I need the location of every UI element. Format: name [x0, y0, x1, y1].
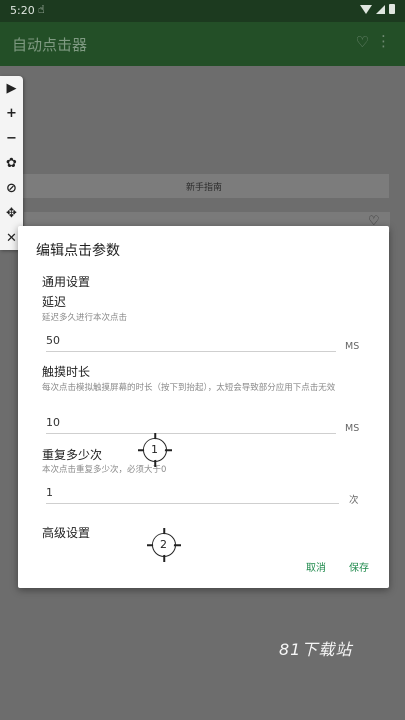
- click-target-1[interactable]: 1: [143, 438, 167, 462]
- delay-label: 延迟: [42, 295, 67, 309]
- guide-label: 新手指南: [186, 183, 223, 193]
- touch-duration-unit: MS: [345, 423, 360, 434]
- floating-control-panel: ▶ + − ✿ ⊘ ✥ ✕: [0, 76, 23, 250]
- minus-icon[interactable]: −: [0, 126, 23, 150]
- app-title: 自动点击器: [12, 36, 88, 54]
- repeat-unit: 次: [349, 495, 359, 506]
- touch-duration-hint: 每次点击模拟触摸屏幕的时长（按下到抬起），太短会导致部分应用下点击无效: [42, 383, 336, 393]
- general-settings-heading: 通用设置: [42, 275, 91, 289]
- dialog-title: 编辑点击参数: [36, 243, 120, 259]
- play-icon[interactable]: ▶: [0, 76, 23, 100]
- battery-icon: [389, 4, 395, 14]
- status-time: 5:20: [10, 4, 35, 17]
- edit-click-dialog: 编辑点击参数 通用设置 延迟 延迟多久进行本次点击 50 MS 触摸时长 每次点…: [18, 226, 389, 588]
- signal-icon: [376, 4, 385, 14]
- more-menu-icon[interactable]: ⋮: [376, 32, 391, 50]
- move-icon[interactable]: ✥: [0, 201, 23, 225]
- touch-app-icon: ☝: [38, 3, 45, 16]
- touch-duration-input[interactable]: 10: [46, 412, 336, 434]
- wifi-icon: [360, 4, 372, 14]
- repeat-input[interactable]: 1: [46, 482, 339, 504]
- cancel-button[interactable]: 取消: [306, 559, 326, 574]
- guide-bar: 新手指南: [0, 174, 389, 198]
- target-number: 1: [144, 439, 165, 460]
- hide-eye-icon[interactable]: ⊘: [0, 176, 23, 200]
- plus-icon[interactable]: +: [0, 101, 23, 125]
- favorite-icon[interactable]: ♡: [356, 33, 369, 51]
- click-target-2[interactable]: 2: [152, 533, 176, 557]
- save-button[interactable]: 保存: [349, 559, 369, 574]
- delay-unit: MS: [345, 341, 360, 352]
- repeat-label: 重复多少次: [42, 448, 103, 462]
- touch-duration-label: 触摸时长: [42, 365, 91, 379]
- repeat-hint: 本次点击重复多少次，必须大于0: [42, 465, 167, 475]
- delay-input[interactable]: 50: [46, 330, 336, 352]
- delay-hint: 延迟多久进行本次点击: [42, 313, 128, 323]
- status-icons: [360, 4, 395, 14]
- gear-icon[interactable]: ✿: [0, 151, 23, 175]
- watermark: 81下载站: [279, 640, 353, 659]
- advanced-settings-heading[interactable]: 高级设置: [42, 524, 90, 541]
- target-number: 2: [153, 534, 174, 555]
- app-bar: 自动点击器 ♡ ⋮: [0, 22, 405, 66]
- status-bar: 5:20 ☝: [0, 0, 405, 22]
